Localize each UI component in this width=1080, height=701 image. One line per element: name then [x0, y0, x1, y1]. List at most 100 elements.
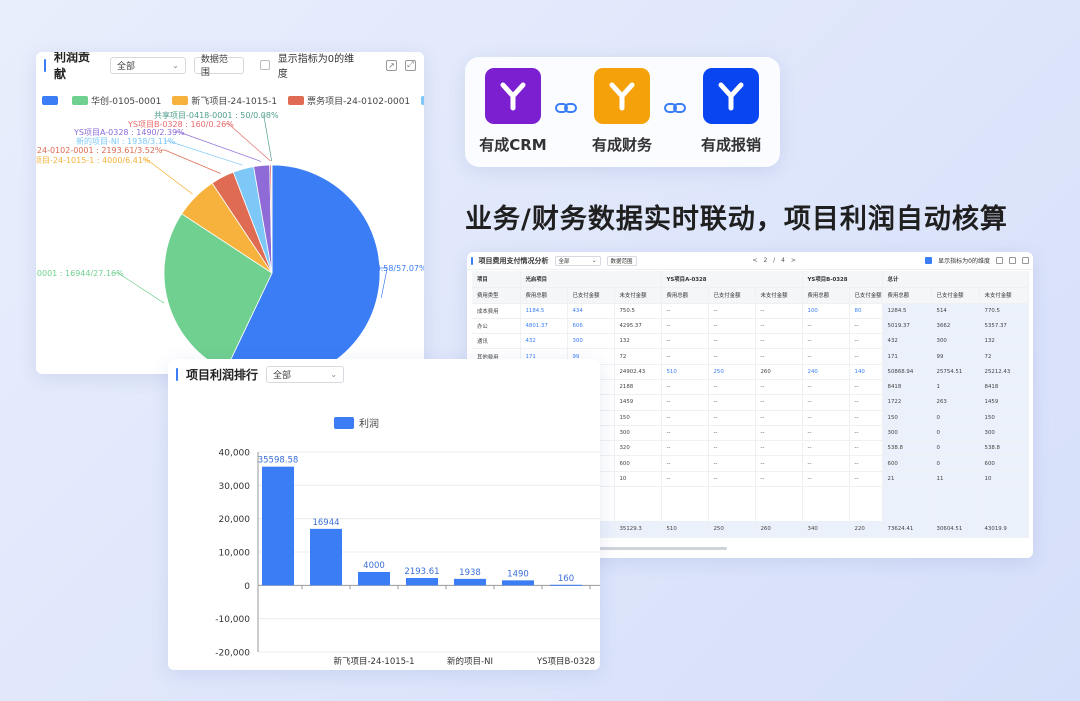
- table-cell[interactable]: 140: [849, 364, 883, 380]
- fullscreen-icon[interactable]: ⤢: [405, 59, 416, 71]
- bar[interactable]: [406, 578, 438, 586]
- table-cell: 432: [882, 333, 932, 350]
- table-group-header[interactable]: YS项目A-0328: [661, 271, 803, 288]
- table-cell[interactable]: 434: [567, 303, 615, 319]
- table-cell[interactable]: 300: [567, 333, 615, 350]
- table-column-header[interactable]: 费用总额: [661, 287, 709, 304]
- title-accent-bar: [471, 256, 473, 265]
- table-cell: 72: [614, 348, 662, 365]
- table-cell: --: [661, 394, 709, 411]
- pie-legend-item[interactable]: 华创-0105-0001: [72, 94, 161, 107]
- pie-card-header: 利润贡献 全部 ⌄ 数据范围 显示指标为0的维度 ↗ ⤢: [36, 52, 424, 81]
- bar-chart: 利润 40,000 30,000 20,000 10,000 0 -10,000 -20,00…: [215, 417, 600, 667]
- bar-y-tick-label: 20,000: [219, 515, 251, 525]
- table-cell[interactable]: 510: [661, 364, 709, 380]
- pie-range-button[interactable]: 数据范围: [193, 55, 244, 78]
- table-zero-checkbox[interactable]: [925, 257, 933, 264]
- table-range-button[interactable]: 数据范围: [606, 255, 637, 266]
- table-cell: 132: [979, 333, 1029, 350]
- table-cell: --: [755, 348, 803, 365]
- table-cell: --: [661, 333, 709, 350]
- bar-legend-swatch[interactable]: [334, 417, 354, 429]
- pie-slice-label: -24-0102-0001 : 2193.61/3.52%: [36, 146, 163, 155]
- table-cell: 1: [931, 379, 980, 396]
- export-icon[interactable]: ↗: [386, 59, 397, 71]
- pie-scope-select[interactable]: 全部 ⌄: [109, 56, 186, 74]
- table-cell: --: [755, 333, 803, 350]
- app-tile[interactable]: 有成财务: [580, 68, 664, 155]
- table-cell: 538.8: [979, 440, 1029, 457]
- legend-swatch: [421, 96, 424, 105]
- pie-zero-checkbox-label: 显示指标为0的维度: [277, 54, 355, 80]
- bar[interactable]: [262, 466, 294, 586]
- table-row: 办公 4801.37 606 4295.37 -- -- -- -- -- 5019.37 3662…: [472, 318, 1029, 335]
- pie-leader-line: [160, 149, 221, 174]
- table-cell: --: [802, 394, 850, 411]
- table-scope-select[interactable]: 全部 ⌄: [554, 255, 601, 266]
- table-cell: --: [708, 455, 756, 472]
- fullscreen-icon[interactable]: [1022, 257, 1029, 264]
- pie-slice[interactable]: [271, 164, 273, 274]
- pie-legend-item[interactable]: 新飞项目-24-1015-1: [172, 94, 277, 107]
- table-cell: --: [849, 455, 883, 472]
- table-pager[interactable]: < 2 / 4 >: [753, 257, 798, 264]
- table-cell[interactable]: 4801.37: [520, 318, 568, 335]
- bar[interactable]: [358, 572, 390, 586]
- bar-value-label: 1938: [459, 568, 481, 578]
- bar[interactable]: [310, 528, 342, 586]
- bar[interactable]: [502, 580, 534, 586]
- bar-legend-label: 利润: [359, 417, 379, 430]
- legend-swatch: [72, 96, 88, 105]
- link-icon: [555, 103, 577, 113]
- table-column-header[interactable]: 费用总额: [802, 287, 850, 304]
- pie-legend-item[interactable]: [42, 96, 61, 105]
- table-column-header[interactable]: 未支付金额: [614, 287, 662, 304]
- table-cell: 0: [931, 425, 980, 442]
- table-group-header[interactable]: 总计: [882, 271, 1029, 288]
- table-cell[interactable]: 80: [849, 303, 883, 319]
- table-cell[interactable]: 432: [520, 333, 568, 350]
- table-cell: 300: [614, 425, 662, 442]
- pie-legend-item[interactable]: 票务项目-24-0102-0001: [288, 94, 410, 107]
- settings-icon[interactable]: [996, 257, 1003, 264]
- table-total-cell: 73624.41: [882, 520, 932, 539]
- table-column-header[interactable]: 已支付金额: [931, 287, 980, 304]
- table-group-header[interactable]: YS项目B-0328: [802, 271, 883, 288]
- table-row: 成本费用 1184.5 434 750.5 -- -- -- 100 80 1284.5 514 77…: [472, 303, 1029, 319]
- table-group-header[interactable]: 光启项目: [520, 271, 662, 288]
- table-cell[interactable]: 240: [802, 364, 850, 380]
- table-column-header[interactable]: 未支付金额: [979, 287, 1029, 304]
- table-column-header[interactable]: 已支付金额: [708, 287, 756, 304]
- table-column-header[interactable]: 费用总额: [882, 287, 932, 304]
- chevron-down-icon: ⌄: [591, 257, 597, 264]
- table-column-header[interactable]: 已支付金额: [567, 287, 615, 304]
- legend-label: 新飞项目-24-1015-1: [191, 97, 278, 107]
- table-group-header[interactable]: 项目: [472, 271, 521, 288]
- pie-zero-checkbox[interactable]: [259, 60, 270, 70]
- title-accent-bar: [44, 58, 46, 72]
- table-cell[interactable]: 1184.5: [520, 303, 568, 319]
- table-cell: --: [708, 348, 756, 365]
- bar[interactable]: [550, 584, 582, 586]
- table-cell[interactable]: 606: [567, 318, 615, 335]
- table-column-header[interactable]: 未支付金额: [755, 287, 803, 304]
- table-column-header[interactable]: 费用总额: [520, 287, 568, 304]
- pie-leader-line: [164, 140, 243, 166]
- legend-label: 华创-0105-0001: [91, 97, 162, 107]
- app-tile[interactable]: 有成CRM: [471, 68, 555, 155]
- pie-card-title: 利润贡献: [54, 52, 91, 81]
- bar[interactable]: [454, 578, 486, 586]
- table-cell: 21: [882, 471, 932, 488]
- pie-legend-item[interactable]: 新的项目: [421, 94, 424, 107]
- table-cell: --: [755, 318, 803, 335]
- apps-card: 有成CRM 有成财务 有成报销: [465, 57, 780, 167]
- table-cell[interactable]: 100: [802, 303, 850, 319]
- app-tile[interactable]: 有成报销: [689, 68, 773, 155]
- table-cell: 600: [614, 455, 662, 472]
- table-cell: 260: [755, 364, 803, 380]
- table-cell[interactable]: 250: [708, 364, 756, 380]
- table-cell: 320: [614, 440, 662, 457]
- table-column-header[interactable]: 费用类型: [472, 287, 521, 304]
- export-icon[interactable]: [1009, 257, 1016, 264]
- table-column-header[interactable]: 已支付金额: [849, 287, 883, 304]
